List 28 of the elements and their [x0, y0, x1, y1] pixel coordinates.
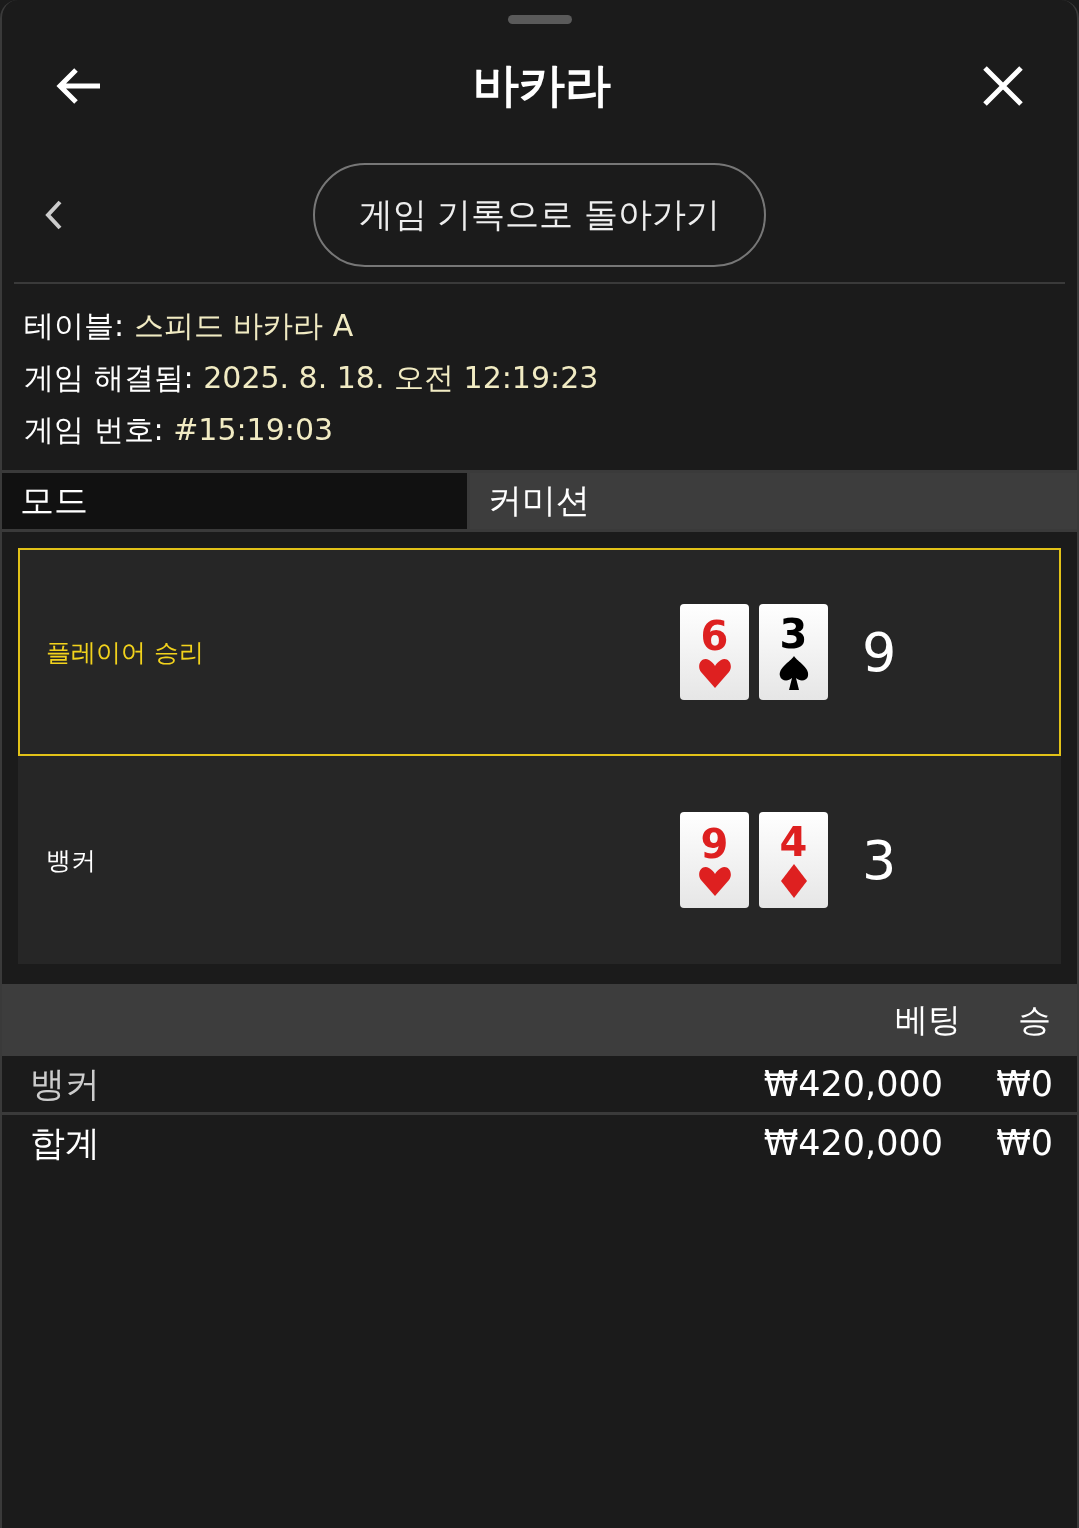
heart-icon: [698, 658, 731, 688]
column-header: 승: [1017, 998, 1051, 1041]
table-cell-text: ₩420,000: [762, 1064, 943, 1104]
drag-handle[interactable]: [507, 15, 572, 24]
table-cell-text: ₩0: [995, 1123, 1053, 1163]
mode-header: 모드: [2, 473, 467, 529]
back-to-history-button[interactable]: 게임 기록으로 돌아가기: [312, 163, 767, 267]
table-cell-text: ₩0: [995, 1064, 1053, 1104]
hand-total: 3: [862, 828, 897, 892]
hand-total: 9: [862, 620, 897, 684]
playing-card: 6: [680, 604, 749, 700]
info-line: 게임 번호: #15:19:03: [24, 412, 335, 448]
page-title: 바카라: [472, 57, 611, 114]
info-line: 게임 해결됨: 2025. 8. 18. 오전 12:19:23: [24, 360, 600, 396]
hand-label: 플레이어 승리: [46, 636, 205, 669]
diamond-icon: [780, 864, 807, 898]
table-cell-text: 합계: [30, 1121, 101, 1165]
playing-card: 4: [759, 812, 828, 908]
hand-label: 뱅커: [46, 844, 97, 877]
info-line: 테이블: 스피드 바카라 A: [24, 308, 355, 344]
table-cell-text: ₩420,000: [762, 1123, 943, 1163]
column-header: 베팅: [894, 998, 961, 1041]
heart-icon: [698, 866, 731, 896]
table-cell-text: 뱅커: [30, 1062, 101, 1106]
commission-header: 커미션: [467, 473, 1077, 529]
playing-card: 9: [680, 812, 749, 908]
playing-card: 3: [759, 604, 828, 700]
spade-icon: [777, 656, 810, 690]
